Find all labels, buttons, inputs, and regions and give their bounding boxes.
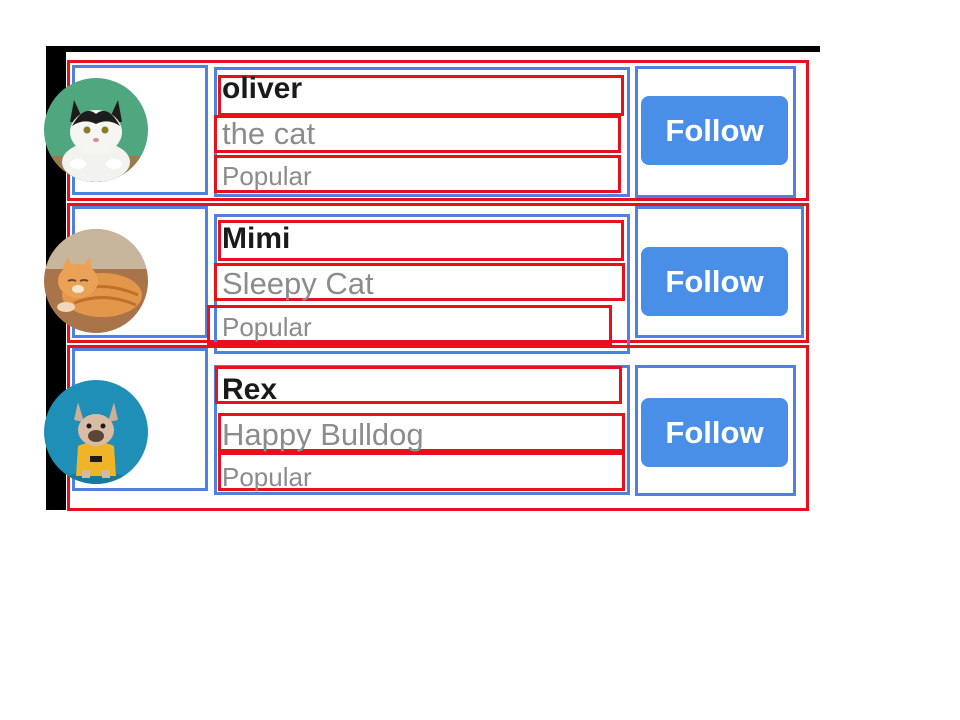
user-tagline: the cat: [222, 116, 316, 151]
user-tagline: Sleepy Cat: [222, 266, 374, 301]
cat-avatar-icon[interactable]: [44, 78, 148, 182]
user-name: Mimi: [222, 222, 291, 255]
cat-icon: [44, 229, 148, 333]
dog-avatar-icon[interactable]: [44, 380, 148, 484]
user-tagline: Happy Bulldog: [222, 417, 424, 452]
user-name: Rex: [222, 373, 278, 406]
cat-avatar-icon[interactable]: [44, 229, 148, 333]
cat-icon: [44, 78, 148, 182]
follow-button[interactable]: Follow: [641, 96, 788, 165]
popular-badge: Popular: [222, 462, 312, 492]
follow-button[interactable]: Follow: [641, 247, 788, 316]
follow-button[interactable]: Follow: [641, 398, 788, 467]
popular-badge: Popular: [222, 312, 312, 342]
dog-icon: [44, 380, 148, 484]
user-name: oliver: [222, 72, 303, 105]
popular-badge: Popular: [222, 161, 312, 191]
